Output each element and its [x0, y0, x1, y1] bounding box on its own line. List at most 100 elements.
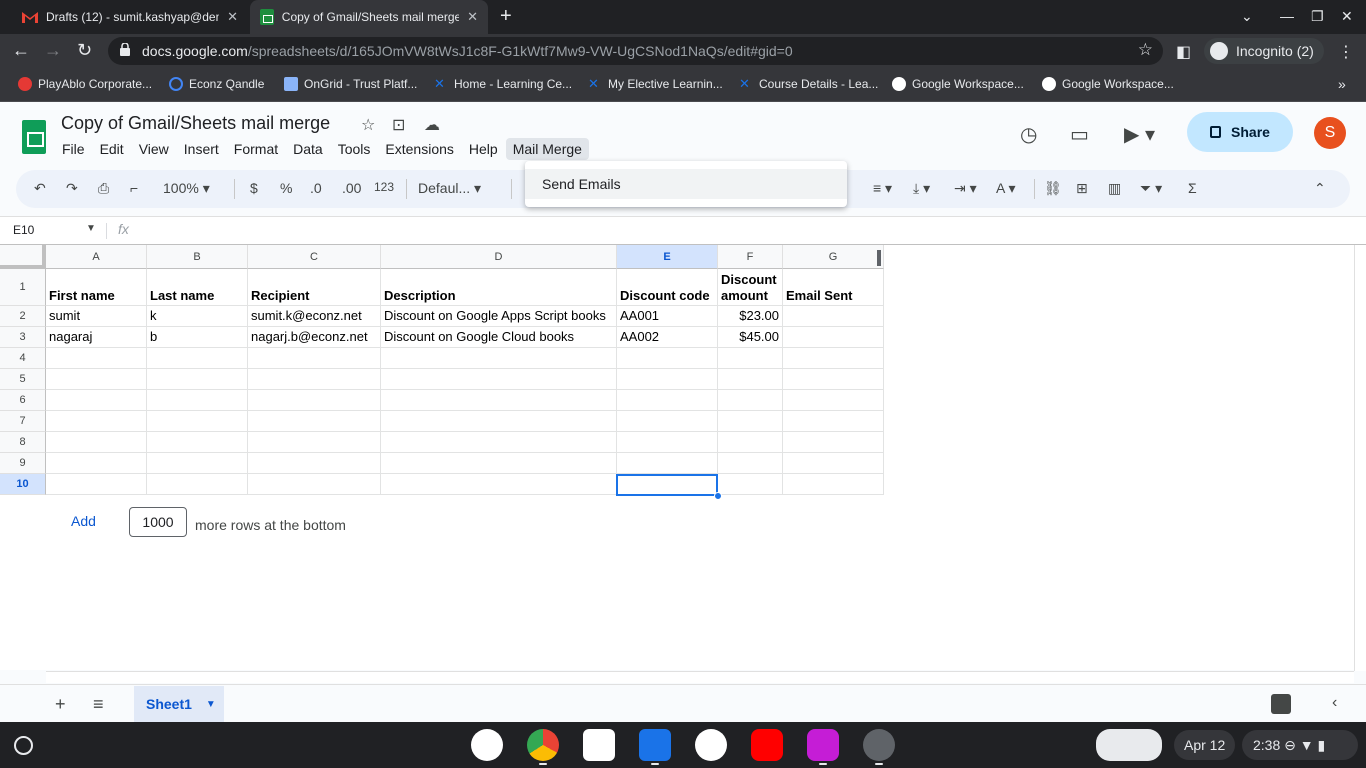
chevron-down-icon[interactable]: ▼	[86, 223, 96, 234]
menu-help[interactable]: Help	[462, 138, 505, 160]
status-tray[interactable]: 2:38 ⊖ ▼ ▮	[1242, 730, 1358, 760]
collapse-toolbar-icon[interactable]: ⌃	[1314, 180, 1326, 197]
sheet-tab[interactable]: Sheet1 ▼	[134, 686, 224, 722]
text-rotation-icon[interactable]: A ▾	[996, 180, 1015, 197]
redo-icon[interactable]: ↷	[66, 180, 78, 197]
select-all-corner[interactable]	[0, 245, 46, 269]
screencast-app-icon[interactable]	[807, 729, 839, 761]
meet-icon[interactable]: ▶ ▾	[1124, 122, 1155, 147]
menu-edit[interactable]: Edit	[93, 138, 131, 160]
percent-format-button[interactable]: %	[280, 180, 292, 196]
vertical-scrollbar[interactable]	[1354, 245, 1366, 671]
row-header[interactable]: 10	[0, 474, 46, 495]
empty-grid-rows[interactable]	[46, 348, 884, 495]
side-panel-icon[interactable]: ◧	[1176, 42, 1191, 62]
grid-cell[interactable]: Discount on Google Apps Script books	[381, 306, 617, 327]
minimize-icon[interactable]: —	[1280, 8, 1294, 24]
bookmark-item[interactable]: OnGrid - Trust Platf...	[284, 77, 417, 91]
browser-menu-icon[interactable]: ⋮	[1338, 42, 1354, 62]
explore-icon[interactable]	[1271, 694, 1291, 714]
incognito-badge[interactable]: Incognito (2)	[1204, 38, 1324, 64]
horizontal-scrollbar[interactable]	[46, 671, 1354, 683]
column-header[interactable]: D	[381, 245, 617, 269]
maximize-icon[interactable]: ❐	[1311, 8, 1324, 25]
terminal-app-icon[interactable]	[863, 729, 895, 761]
menu-data[interactable]: Data	[286, 138, 330, 160]
menu-format[interactable]: Format	[227, 138, 285, 160]
date-tray[interactable]: Apr 12	[1174, 730, 1236, 760]
row-header[interactable]: 5	[0, 369, 46, 390]
row-header[interactable]: 8	[0, 432, 46, 453]
filter-icon[interactable]: ⏷ ▾	[1140, 180, 1162, 197]
add-rows-button[interactable]: Add	[71, 513, 96, 529]
tote-thumbnail[interactable]	[1096, 729, 1162, 761]
freeze-handle[interactable]	[877, 250, 881, 266]
bookmark-item[interactable]: PlayAblo Corporate...	[18, 77, 152, 91]
increase-decimal-button[interactable]: .00	[342, 180, 361, 196]
grid-cell[interactable]: nagarj.b@econz.net	[248, 327, 381, 348]
vertical-align-icon[interactable]: ⤓ ▾	[913, 180, 930, 197]
chevron-down-icon[interactable]: ▼	[206, 699, 216, 710]
bookmark-star-icon[interactable]: ☆	[1138, 40, 1153, 60]
calendar-app-icon[interactable]	[583, 729, 615, 761]
column-header[interactable]: A	[46, 245, 147, 269]
grid-cell[interactable]: b	[147, 327, 248, 348]
bookmark-item[interactable]: ✕ Course Details - Lea...	[739, 77, 878, 92]
document-title[interactable]: Copy of Gmail/Sheets mail merge	[61, 113, 330, 134]
grid-cell[interactable]: Description	[381, 269, 617, 306]
font-select[interactable]: Defaul... ▾	[418, 180, 481, 197]
grid-cell[interactable]: Discount on Google Cloud books	[381, 327, 617, 348]
close-window-icon[interactable]: ✕	[1341, 8, 1353, 25]
move-folder-icon[interactable]: ⊡	[392, 115, 405, 135]
more-bookmarks-icon[interactable]: »	[1338, 76, 1346, 92]
row-header[interactable]: 1	[0, 269, 46, 306]
currency-format-button[interactable]: $	[250, 180, 258, 196]
print-icon[interactable]: ⎙	[98, 180, 109, 197]
paint-format-icon[interactable]: ⌐	[130, 180, 138, 196]
column-header[interactable]: F	[718, 245, 783, 269]
row-header[interactable]: 9	[0, 453, 46, 474]
row-header[interactable]: 4	[0, 348, 46, 369]
column-header[interactable]: B	[147, 245, 248, 269]
new-tab-icon[interactable]: +	[500, 5, 512, 28]
row-header[interactable]: 2	[0, 306, 46, 327]
reload-icon[interactable]: ↻	[77, 40, 92, 61]
sheets-logo-icon[interactable]	[22, 120, 46, 154]
menu-extensions[interactable]: Extensions	[378, 138, 460, 160]
bookmark-item[interactable]: Econz Qandle	[169, 77, 264, 91]
grid-cell[interactable]	[783, 327, 884, 348]
grid-cell[interactable]: AA002	[617, 327, 718, 348]
more-formats-button[interactable]: 123	[374, 180, 394, 194]
chrome-app-icon[interactable]	[527, 729, 559, 761]
grid-cell[interactable]: $45.00	[718, 327, 783, 348]
bookmark-item[interactable]: ✕ Home - Learning Ce...	[434, 77, 572, 92]
avatar[interactable]: S	[1314, 117, 1346, 149]
row-header[interactable]: 6	[0, 390, 46, 411]
menu-mail-merge[interactable]: Mail Merge	[505, 138, 589, 160]
column-header[interactable]: C	[248, 245, 381, 269]
add-rows-count-input[interactable]: 1000	[129, 507, 187, 537]
menu-view[interactable]: View	[132, 138, 176, 160]
back-icon[interactable]: ←	[12, 40, 30, 61]
files-app-icon[interactable]	[639, 729, 671, 761]
column-header[interactable]: G	[783, 245, 884, 269]
launcher-icon[interactable]	[14, 736, 33, 755]
insert-comment-icon[interactable]: ⊞	[1076, 180, 1088, 197]
close-tab-icon[interactable]: ✕	[467, 9, 478, 25]
bookmark-item[interactable]: ✕ My Elective Learnin...	[588, 77, 723, 92]
spreadsheet-grid[interactable]: A B C D E F G 1 2 3 4 5 6 7 8 9 10 First…	[0, 244, 1366, 683]
grid-cell[interactable]: AA001	[617, 306, 718, 327]
fill-handle[interactable]	[714, 492, 722, 500]
grid-cell[interactable]: sumit.k@econz.net	[248, 306, 381, 327]
grid-cell[interactable]: Email Sent	[783, 269, 884, 306]
bookmark-item[interactable]: Google Workspace...	[892, 77, 1024, 91]
grid-cell[interactable]: First name	[46, 269, 147, 306]
add-sheet-icon[interactable]: +	[55, 694, 66, 715]
column-header[interactable]: E	[617, 245, 718, 269]
grid-cell[interactable]: Last name	[147, 269, 248, 306]
bookmark-item[interactable]: Google Workspace...	[1042, 77, 1174, 91]
send-emails-menu-item[interactable]: Send Emails	[525, 169, 847, 199]
insert-chart-icon[interactable]: ▥	[1108, 180, 1121, 197]
selected-cell-outline[interactable]	[616, 474, 718, 496]
row-header[interactable]: 7	[0, 411, 46, 432]
